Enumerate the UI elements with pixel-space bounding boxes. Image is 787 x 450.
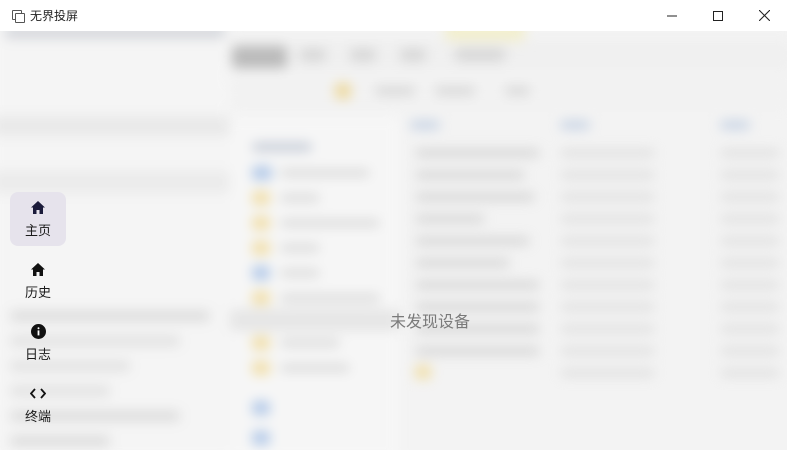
nav-label-home: 主页 [24, 223, 51, 239]
close-button[interactable] [741, 0, 787, 31]
minimize-button[interactable] [649, 0, 695, 31]
no-device-message: 未发现设备 [389, 312, 470, 331]
minimize-icon [667, 15, 677, 16]
backdrop-shapes [0, 31, 787, 450]
nav-label-terminal: 终端 [24, 409, 51, 425]
nav-label-log: 日志 [24, 347, 51, 363]
nav-item-home[interactable]: 主页 [10, 192, 66, 246]
app-window-icon [12, 9, 25, 23]
close-icon [758, 10, 770, 21]
maximize-button[interactable] [695, 0, 741, 31]
nav-item-history[interactable]: 历史 [10, 254, 66, 308]
nav-item-terminal[interactable]: 终端 [10, 378, 66, 432]
maximize-icon [713, 10, 723, 21]
window-controls [649, 0, 787, 31]
code-icon [30, 386, 46, 402]
app-title: 无界投屏 [30, 9, 79, 23]
title-bar: 无界投屏 [0, 0, 787, 31]
nav-label-history: 历史 [24, 285, 51, 301]
home-icon [31, 262, 45, 278]
blurred-backdrop [0, 31, 787, 450]
home-icon [31, 200, 45, 216]
